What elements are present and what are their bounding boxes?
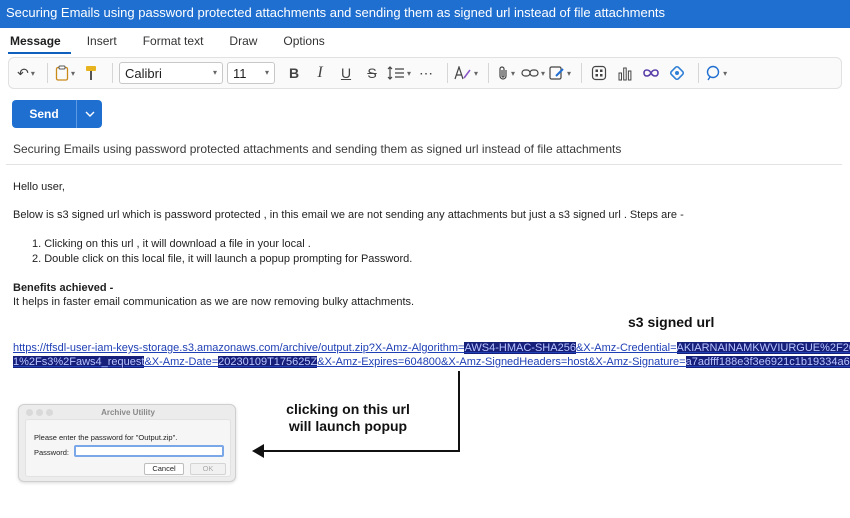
url-segment[interactable]: 1%2Fs3%2Faws4_request (13, 356, 145, 368)
tab-options[interactable]: Options (281, 28, 334, 54)
chevron-down-icon: ▾ (30, 68, 35, 78)
chevron-down-icon: ▾ (407, 68, 412, 78)
chevron-down-icon: ▾ (567, 68, 572, 78)
tab-format-text[interactable]: Format text (141, 28, 214, 54)
ribbon-tabs: Message Insert Format text Draw Options (0, 28, 850, 54)
benefits-text: It helps in faster email communication a… (13, 296, 415, 308)
tab-draw[interactable]: Draw (227, 28, 267, 54)
annotation-arrow-line (262, 450, 460, 452)
window-title: Securing Emails using password protected… (0, 0, 850, 28)
tab-message[interactable]: Message (8, 28, 71, 54)
chevron-down-icon: ▾ (723, 68, 728, 78)
chart-button[interactable] (614, 61, 636, 85)
styles-button[interactable]: ▾ (454, 61, 478, 85)
send-button[interactable]: Send (12, 100, 76, 128)
toolbar-divider (698, 63, 700, 83)
copilot-icon (706, 65, 720, 81)
link-icon (521, 69, 539, 77)
formatting-toolbar: ↶▾ ▾ Calibri ▾ 11 ▾ B I U S ▾ ⋯ ▾ ▾ ▾ ▾ (8, 57, 842, 89)
chevron-down-icon: ▾ (264, 68, 269, 77)
bold-button[interactable]: B (283, 61, 305, 85)
toolbar-divider (447, 63, 449, 83)
undo-icon: ↶ (17, 64, 29, 81)
paste-button[interactable]: ▾ (54, 61, 76, 85)
font-size-value: 11 (233, 66, 247, 81)
url-segment[interactable]: AWS4-HMAC-SHA256 (464, 342, 576, 354)
password-input[interactable] (74, 445, 224, 457)
ok-button[interactable]: OK (190, 463, 226, 475)
send-options-button[interactable] (76, 100, 102, 128)
attach-file-button[interactable]: ▾ (495, 61, 517, 85)
email-greeting: Hello user, (13, 181, 65, 193)
paperclip-icon (499, 66, 507, 80)
styles-icon (454, 66, 471, 80)
popup-annotation-line-1: clicking on this url (286, 401, 410, 417)
font-size-select[interactable]: 11 ▾ (227, 62, 275, 84)
cancel-button[interactable]: Cancel (144, 463, 184, 475)
password-label: Password: (34, 448, 70, 457)
copilot-button[interactable]: ▾ (705, 61, 727, 85)
toolbar-divider (581, 63, 583, 83)
tab-insert[interactable]: Insert (85, 28, 127, 54)
font-name-value: Calibri (125, 66, 162, 81)
archive-utility-dialog: Archive Utility Please enter the passwor… (18, 404, 236, 482)
insert-link-button[interactable]: ▾ (521, 61, 545, 85)
email-step-2: 2. Double click on this local file, it w… (32, 253, 413, 265)
toolbar-divider (112, 63, 113, 83)
send-button-group: Send (12, 100, 102, 128)
apps-grid-icon (591, 65, 607, 81)
italic-button[interactable]: I (309, 61, 331, 85)
url-segment[interactable]: 20230109T175625Z (218, 356, 318, 368)
subject-divider (6, 164, 842, 165)
subject-field[interactable]: Securing Emails using password protected… (13, 142, 621, 156)
url-segment[interactable]: https://tfsdl-user-iam-keys-storage.s3.a… (13, 342, 464, 354)
chevron-down-icon: ▾ (70, 68, 75, 78)
signature-icon (549, 66, 564, 80)
strikethrough-button[interactable]: S (361, 61, 383, 85)
bar-chart-icon (618, 67, 632, 81)
underline-button[interactable]: U (335, 61, 357, 85)
popup-annotation-line-2: will launch popup (288, 418, 408, 434)
dialog-message: Please enter the password for "Output.zi… (34, 433, 178, 442)
format-painter-button[interactable] (80, 61, 102, 85)
dialog-content: Please enter the password for "Output.zi… (25, 419, 231, 477)
signed-url-link-line-1[interactable]: https://tfsdl-user-iam-keys-storage.s3.a… (13, 342, 850, 354)
line-spacing-button[interactable]: ▾ (387, 61, 411, 85)
font-name-select[interactable]: Calibri ▾ (119, 62, 223, 84)
chevron-down-icon: ▾ (541, 68, 546, 78)
chevron-down-icon: ▾ (474, 68, 479, 78)
url-segment[interactable]: AKIARNAINAMKWVIURGUE%2F20230 (676, 342, 850, 354)
toolbar-divider (488, 63, 490, 83)
url-segment[interactable]: a7adfff188e3f3e6921c1b19334a64d0e (685, 356, 850, 368)
apps-button[interactable] (588, 61, 610, 85)
loop-icon (643, 69, 659, 77)
signature-button[interactable]: ▾ (549, 61, 571, 85)
benefits-heading: Benefits achieved - (13, 282, 114, 294)
format-painter-icon (86, 66, 96, 80)
url-segment[interactable]: &X-Amz-Date= (144, 356, 218, 368)
s3-url-annotation: s3 signed url (628, 314, 715, 330)
arrow-left-icon (252, 444, 264, 458)
popup-annotation: clicking on this url will launch popup (262, 401, 434, 435)
url-segment[interactable]: &X-Amz-Credential= (576, 342, 677, 354)
line-spacing-icon (387, 66, 404, 80)
designer-icon (670, 65, 685, 81)
dialog-title: Archive Utility (101, 408, 155, 417)
email-intro: Below is s3 signed url which is password… (13, 209, 684, 221)
designer-button[interactable] (666, 61, 688, 85)
annotation-arrow-line (458, 371, 460, 451)
email-step-1: 1. Clicking on this url , it will downlo… (32, 238, 311, 250)
clipboard-icon (55, 65, 69, 81)
more-options-button[interactable]: ⋯ (415, 61, 437, 85)
chevron-down-icon: ▾ (511, 68, 516, 78)
url-segment[interactable]: &X-Amz-Expires=604800&X-Amz-SignedHeader… (317, 356, 685, 368)
ellipsis-icon: ⋯ (419, 64, 434, 81)
chevron-down-icon (85, 111, 94, 117)
undo-button[interactable]: ↶ ▾ (15, 61, 37, 85)
chevron-down-icon: ▾ (212, 68, 217, 77)
toolbar-divider (47, 63, 48, 83)
signed-url-link-line-2[interactable]: 1%2Fs3%2Faws4_request&X-Amz-Date=2023010… (13, 356, 850, 368)
loop-button[interactable] (640, 61, 662, 85)
